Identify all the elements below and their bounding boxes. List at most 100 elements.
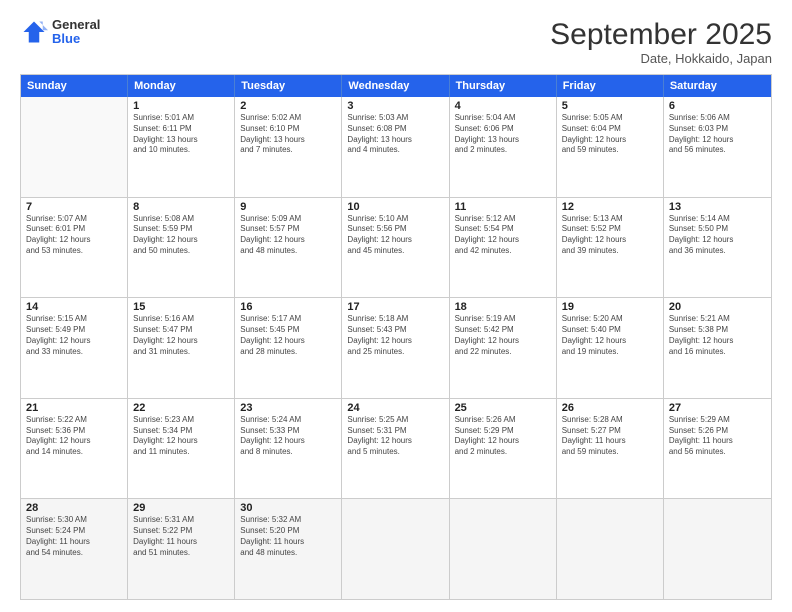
day-number: 6 bbox=[669, 100, 766, 112]
cell-line: Sunrise: 5:28 AM bbox=[562, 415, 658, 426]
day-number: 12 bbox=[562, 201, 658, 213]
calendar-row: 14Sunrise: 5:15 AMSunset: 5:49 PMDayligh… bbox=[21, 297, 771, 398]
calendar-cell: 11Sunrise: 5:12 AMSunset: 5:54 PMDayligh… bbox=[450, 198, 557, 298]
cell-line: and 36 minutes. bbox=[669, 246, 766, 257]
calendar-cell: 24Sunrise: 5:25 AMSunset: 5:31 PMDayligh… bbox=[342, 399, 449, 499]
cell-line: Sunset: 5:47 PM bbox=[133, 325, 229, 336]
cell-line: Daylight: 12 hours bbox=[455, 436, 551, 447]
weekday-header: Sunday bbox=[21, 75, 128, 97]
cell-line: Sunset: 5:57 PM bbox=[240, 224, 336, 235]
day-number: 7 bbox=[26, 201, 122, 213]
day-number: 15 bbox=[133, 301, 229, 313]
day-number: 25 bbox=[455, 402, 551, 414]
calendar-cell: 13Sunrise: 5:14 AMSunset: 5:50 PMDayligh… bbox=[664, 198, 771, 298]
cell-line: Sunrise: 5:03 AM bbox=[347, 113, 443, 124]
cell-line: Sunrise: 5:25 AM bbox=[347, 415, 443, 426]
day-number: 18 bbox=[455, 301, 551, 313]
calendar-cell bbox=[664, 499, 771, 599]
cell-line: Sunrise: 5:08 AM bbox=[133, 214, 229, 225]
cell-line: and 56 minutes. bbox=[669, 447, 766, 458]
cell-line: and 51 minutes. bbox=[133, 548, 229, 559]
cell-line: Sunset: 5:45 PM bbox=[240, 325, 336, 336]
day-number: 5 bbox=[562, 100, 658, 112]
calendar-row: 7Sunrise: 5:07 AMSunset: 6:01 PMDaylight… bbox=[21, 197, 771, 298]
cell-line: Sunrise: 5:02 AM bbox=[240, 113, 336, 124]
cell-line: Daylight: 12 hours bbox=[347, 235, 443, 246]
cell-line: Daylight: 11 hours bbox=[133, 537, 229, 548]
calendar-cell: 12Sunrise: 5:13 AMSunset: 5:52 PMDayligh… bbox=[557, 198, 664, 298]
cell-line: Sunset: 5:31 PM bbox=[347, 426, 443, 437]
weekday-header: Saturday bbox=[664, 75, 771, 97]
calendar-cell: 29Sunrise: 5:31 AMSunset: 5:22 PMDayligh… bbox=[128, 499, 235, 599]
cell-line: Sunrise: 5:05 AM bbox=[562, 113, 658, 124]
calendar-cell bbox=[342, 499, 449, 599]
calendar-row: 1Sunrise: 5:01 AMSunset: 6:11 PMDaylight… bbox=[21, 97, 771, 197]
cell-line: Daylight: 12 hours bbox=[562, 336, 658, 347]
cell-line: Sunrise: 5:19 AM bbox=[455, 314, 551, 325]
cell-line: Sunset: 5:24 PM bbox=[26, 526, 122, 537]
cell-line: Sunrise: 5:23 AM bbox=[133, 415, 229, 426]
logo: General Blue bbox=[20, 18, 100, 47]
weekday-header: Friday bbox=[557, 75, 664, 97]
calendar-cell: 3Sunrise: 5:03 AMSunset: 6:08 PMDaylight… bbox=[342, 97, 449, 197]
cell-line: Daylight: 12 hours bbox=[26, 436, 122, 447]
calendar-cell: 17Sunrise: 5:18 AMSunset: 5:43 PMDayligh… bbox=[342, 298, 449, 398]
title-block: September 2025 Date, Hokkaido, Japan bbox=[550, 18, 772, 66]
subtitle: Date, Hokkaido, Japan bbox=[550, 51, 772, 66]
calendar-cell: 10Sunrise: 5:10 AMSunset: 5:56 PMDayligh… bbox=[342, 198, 449, 298]
calendar-row: 28Sunrise: 5:30 AMSunset: 5:24 PMDayligh… bbox=[21, 498, 771, 599]
cell-line: Sunset: 5:26 PM bbox=[669, 426, 766, 437]
cell-line: Daylight: 12 hours bbox=[669, 135, 766, 146]
logo-icon bbox=[20, 18, 48, 46]
cell-line: Sunset: 5:52 PM bbox=[562, 224, 658, 235]
cell-line: Sunrise: 5:09 AM bbox=[240, 214, 336, 225]
cell-line: and 5 minutes. bbox=[347, 447, 443, 458]
cell-line: Daylight: 11 hours bbox=[562, 436, 658, 447]
calendar-header: SundayMondayTuesdayWednesdayThursdayFrid… bbox=[21, 75, 771, 97]
day-number: 1 bbox=[133, 100, 229, 112]
cell-line: Sunset: 5:56 PM bbox=[347, 224, 443, 235]
calendar-cell bbox=[450, 499, 557, 599]
cell-line: Sunset: 6:08 PM bbox=[347, 124, 443, 135]
calendar-cell bbox=[21, 97, 128, 197]
cell-line: and 50 minutes. bbox=[133, 246, 229, 257]
cell-line: Sunrise: 5:14 AM bbox=[669, 214, 766, 225]
cell-line: and 2 minutes. bbox=[455, 447, 551, 458]
cell-line: Daylight: 11 hours bbox=[669, 436, 766, 447]
calendar-cell: 25Sunrise: 5:26 AMSunset: 5:29 PMDayligh… bbox=[450, 399, 557, 499]
cell-line: Sunset: 5:36 PM bbox=[26, 426, 122, 437]
calendar-cell: 22Sunrise: 5:23 AMSunset: 5:34 PMDayligh… bbox=[128, 399, 235, 499]
calendar-cell: 4Sunrise: 5:04 AMSunset: 6:06 PMDaylight… bbox=[450, 97, 557, 197]
calendar-cell: 19Sunrise: 5:20 AMSunset: 5:40 PMDayligh… bbox=[557, 298, 664, 398]
cell-line: Sunrise: 5:22 AM bbox=[26, 415, 122, 426]
cell-line: and 7 minutes. bbox=[240, 145, 336, 156]
day-number: 23 bbox=[240, 402, 336, 414]
calendar-cell: 21Sunrise: 5:22 AMSunset: 5:36 PMDayligh… bbox=[21, 399, 128, 499]
cell-line: Sunrise: 5:20 AM bbox=[562, 314, 658, 325]
cell-line: Sunrise: 5:07 AM bbox=[26, 214, 122, 225]
day-number: 4 bbox=[455, 100, 551, 112]
day-number: 14 bbox=[26, 301, 122, 313]
cell-line: and 11 minutes. bbox=[133, 447, 229, 458]
weekday-header: Monday bbox=[128, 75, 235, 97]
calendar-cell: 28Sunrise: 5:30 AMSunset: 5:24 PMDayligh… bbox=[21, 499, 128, 599]
cell-line: Sunrise: 5:31 AM bbox=[133, 515, 229, 526]
cell-line: Daylight: 12 hours bbox=[455, 235, 551, 246]
month-title: September 2025 bbox=[550, 18, 772, 51]
cell-line: Daylight: 12 hours bbox=[669, 336, 766, 347]
day-number: 26 bbox=[562, 402, 658, 414]
cell-line: Sunset: 6:11 PM bbox=[133, 124, 229, 135]
cell-line: Daylight: 13 hours bbox=[455, 135, 551, 146]
cell-line: Daylight: 12 hours bbox=[347, 336, 443, 347]
cell-line: and 39 minutes. bbox=[562, 246, 658, 257]
calendar-cell: 20Sunrise: 5:21 AMSunset: 5:38 PMDayligh… bbox=[664, 298, 771, 398]
cell-line: Sunrise: 5:12 AM bbox=[455, 214, 551, 225]
cell-line: Daylight: 12 hours bbox=[240, 235, 336, 246]
cell-line: Sunset: 6:03 PM bbox=[669, 124, 766, 135]
cell-line: Sunset: 5:33 PM bbox=[240, 426, 336, 437]
cell-line: Daylight: 12 hours bbox=[26, 336, 122, 347]
cell-line: and 25 minutes. bbox=[347, 347, 443, 358]
day-number: 8 bbox=[133, 201, 229, 213]
calendar-cell: 15Sunrise: 5:16 AMSunset: 5:47 PMDayligh… bbox=[128, 298, 235, 398]
cell-line: Sunset: 5:20 PM bbox=[240, 526, 336, 537]
